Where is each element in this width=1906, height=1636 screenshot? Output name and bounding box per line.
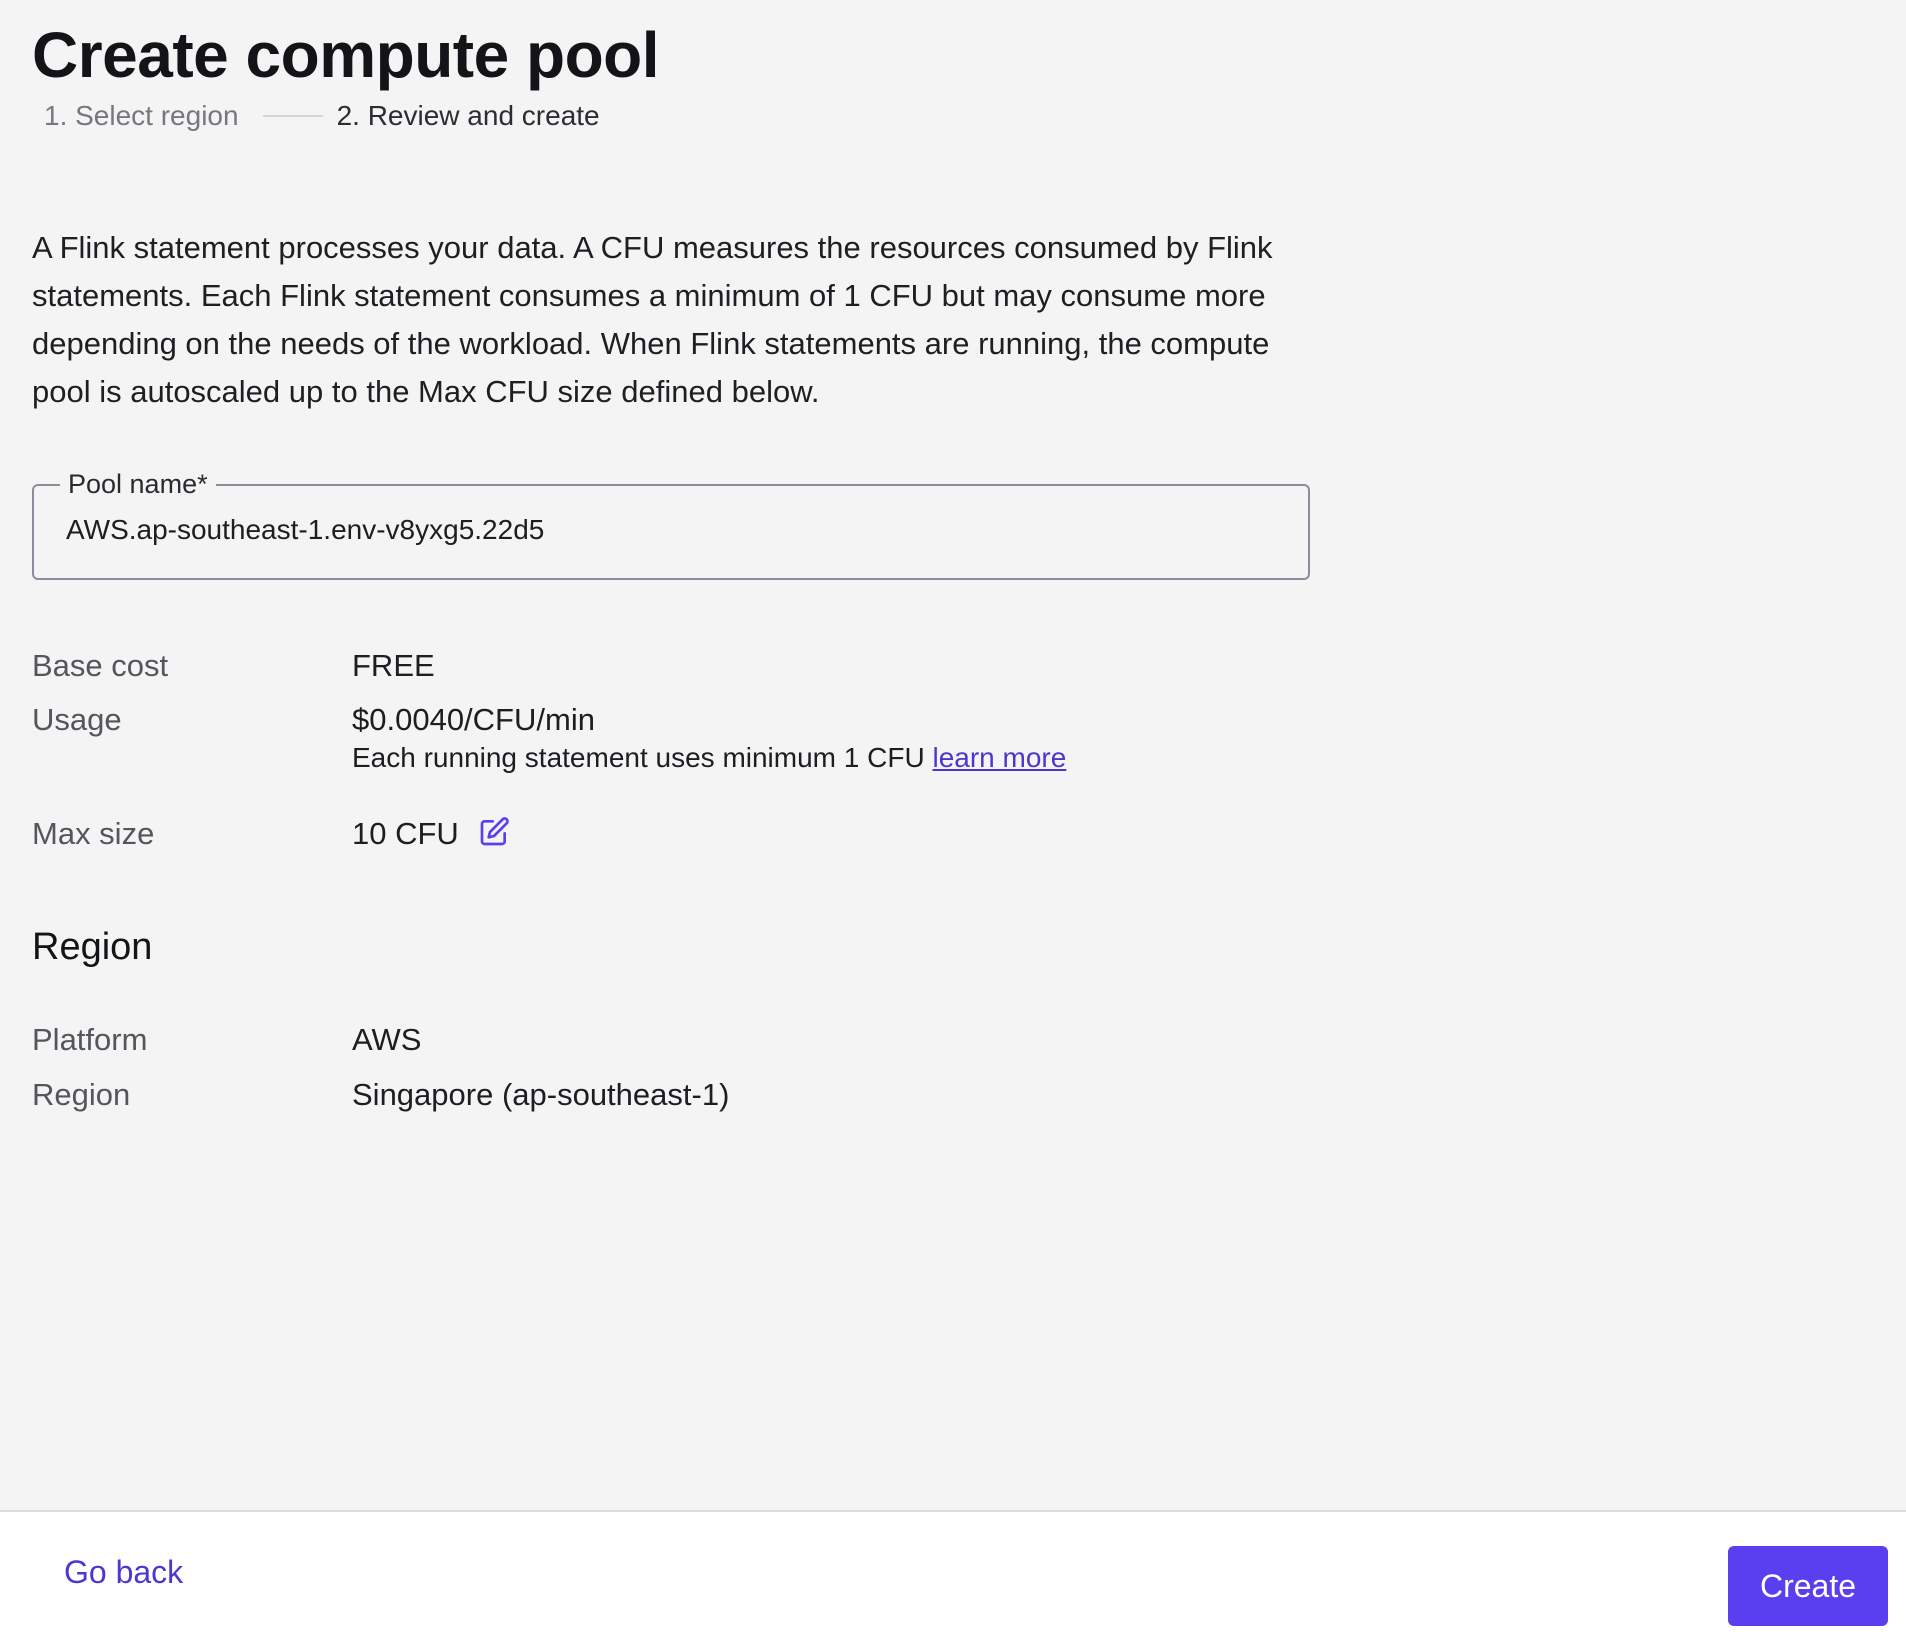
region-value: Singapore (ap-southeast-1) — [352, 1077, 730, 1112]
platform-label: Platform — [32, 1022, 148, 1057]
pool-name-input[interactable] — [66, 508, 1266, 552]
page-title: Create compute pool — [32, 19, 660, 91]
step-select-region[interactable]: 1. Select region — [44, 100, 239, 132]
step-divider — [262, 115, 323, 117]
base-cost-label: Base cost — [32, 648, 169, 683]
pool-name-field[interactable]: Pool name* — [32, 468, 1310, 580]
usage-value: $0.0040/CFU/min — [352, 702, 595, 737]
learn-more-link[interactable]: learn more — [932, 742, 1066, 773]
usage-note: Each running statement uses minimum 1 CF… — [352, 740, 1066, 776]
usage-label: Usage — [32, 702, 122, 737]
create-button[interactable]: Create — [1728, 1546, 1888, 1626]
step-review-and-create: 2. Review and create — [336, 100, 600, 131]
footer-bar: Go back Create — [0, 1510, 1906, 1636]
pool-name-label: Pool name* — [60, 468, 216, 500]
region-section-heading: Region — [32, 926, 153, 968]
description-text: A Flink statement processes your data. A… — [32, 230, 1273, 409]
edit-icon[interactable] — [478, 816, 510, 848]
max-size-label: Max size — [32, 816, 155, 851]
go-back-link[interactable]: Go back — [64, 1552, 183, 1592]
base-cost-value: FREE — [352, 648, 435, 683]
usage-note-text: Each running statement uses minimum 1 CF… — [352, 742, 925, 773]
stepper: 1. Select region 2. Review and create — [44, 96, 600, 136]
region-label: Region — [32, 1077, 131, 1112]
max-size-value: 10 CFU — [352, 816, 459, 851]
platform-value: AWS — [352, 1022, 422, 1057]
